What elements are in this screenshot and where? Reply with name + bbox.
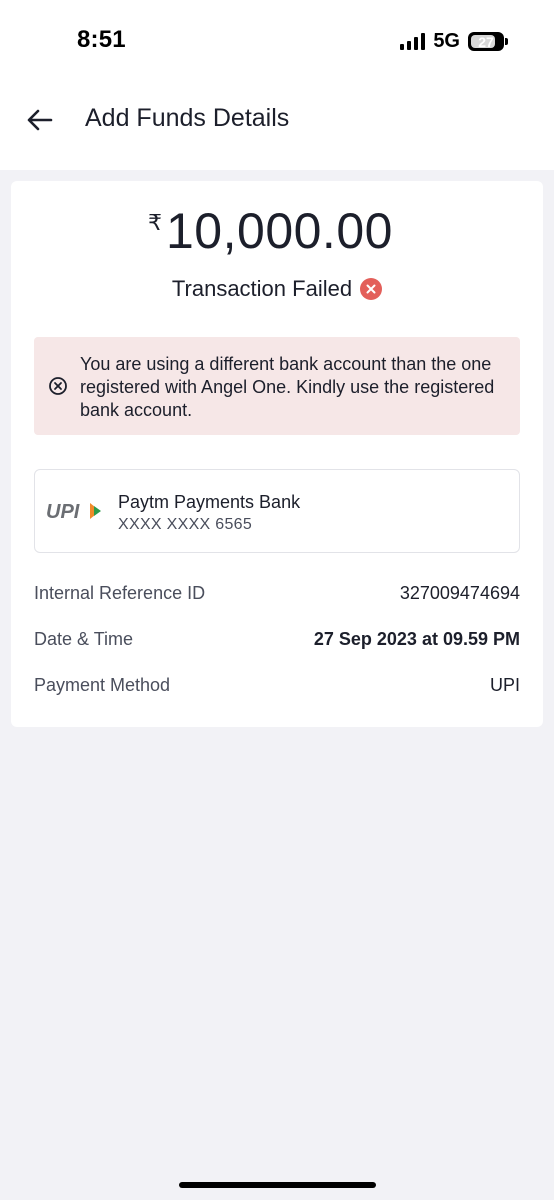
- amount: ₹ 10,000.00: [148, 202, 393, 260]
- status-indicators: 5G 27: [400, 30, 508, 53]
- currency-symbol: ₹: [148, 210, 162, 235]
- transaction-status: Transaction Failed: [0, 276, 554, 302]
- bank-account-card: UPI Paytm Payments Bank XXXX XXXX 6565: [34, 469, 520, 553]
- alert-message: You are using a different bank account t…: [80, 354, 495, 420]
- network-type: 5G: [433, 30, 460, 52]
- detail-value: UPI: [489, 675, 520, 695]
- detail-row-date-time: Date & Time 27 Sep 2023 at 09.59 PM: [34, 629, 520, 650]
- back-button[interactable]: [24, 104, 56, 136]
- bank-mismatch-alert: You are using a different bank account t…: [34, 337, 520, 435]
- detail-value: 327009474694: [399, 583, 520, 603]
- cellular-signal-icon: [400, 33, 426, 50]
- detail-value: 27 Sep 2023 at 09.59 PM: [313, 629, 520, 649]
- top-area: 8:51 5G 27 Add Funds Details: [0, 0, 554, 170]
- svg-text:UPI: UPI: [46, 501, 80, 522]
- detail-label: Date & Time: [34, 629, 134, 649]
- add-funds-details-screen: 8:51 5G 27 Add Funds Details ₹ 10,000.00…: [0, 0, 554, 1200]
- page-title: Add Funds Details: [85, 104, 290, 132]
- close-circle-outline-icon: [49, 377, 67, 395]
- status-text: Transaction Failed: [171, 276, 353, 301]
- battery-icon: 27: [468, 32, 504, 51]
- detail-label: Payment Method: [34, 675, 171, 695]
- detail-label: Internal Reference ID: [34, 583, 206, 603]
- detail-row-payment-method: Payment Method UPI: [34, 675, 520, 696]
- status-time: 8:51: [77, 26, 126, 53]
- upi-logo: UPI: [46, 501, 101, 522]
- bank-name: Paytm Payments Bank: [118, 492, 301, 512]
- battery-level: 27: [478, 33, 494, 50]
- arrow-left-icon: [27, 109, 53, 131]
- detail-row-reference-id: Internal Reference ID 327009474694: [34, 583, 520, 604]
- amount-value: 10,000.00: [166, 203, 393, 259]
- battery-tip: [505, 38, 508, 45]
- close-circle-icon: [360, 278, 383, 300]
- bank-account-number: XXXX XXXX 6565: [118, 516, 253, 533]
- home-indicator[interactable]: [179, 1182, 376, 1188]
